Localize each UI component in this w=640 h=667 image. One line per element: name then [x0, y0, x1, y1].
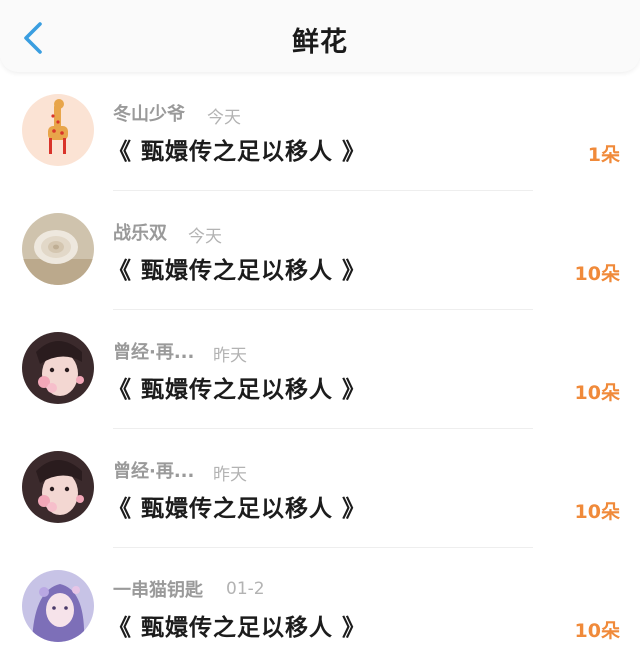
flower-count: 10朵: [574, 620, 620, 642]
giraffe-avatar-icon: [22, 94, 94, 166]
timestamp: 今天: [188, 227, 222, 247]
avatar[interactable]: [22, 570, 94, 642]
book-title[interactable]: 《 甄嬛传之足以移人 》: [108, 608, 366, 642]
timestamp: 昨天: [213, 465, 247, 485]
username[interactable]: 战乐双: [113, 219, 167, 245]
avatar[interactable]: [22, 94, 94, 166]
list-item[interactable]: 曾经·再... 昨天 《 甄嬛传之足以移人 》 10朵: [0, 310, 640, 429]
username[interactable]: 曾经·再...: [113, 338, 194, 364]
book-title[interactable]: 《 甄嬛传之足以移人 》: [108, 251, 366, 285]
avatar[interactable]: [22, 213, 94, 285]
flower-count: 1朵: [587, 144, 620, 166]
book-title[interactable]: 《 甄嬛传之足以移人 》: [108, 370, 366, 404]
book-title[interactable]: 《 甄嬛传之足以移人 》: [108, 489, 366, 523]
avatar[interactable]: [22, 451, 94, 523]
list-item[interactable]: 曾经·再... 昨天 《 甄嬛传之足以移人 》 10朵: [0, 429, 640, 548]
username[interactable]: 一串猫钥匙: [113, 576, 203, 602]
seashell-avatar-icon: [22, 213, 94, 285]
username[interactable]: 曾经·再...: [113, 457, 194, 483]
username[interactable]: 冬山少爷: [113, 100, 185, 126]
timestamp: 01-2: [226, 579, 265, 599]
illustrated-girl-avatar-icon: [22, 332, 94, 404]
list-item[interactable]: 战乐双 今天 《 甄嬛传之足以移人 》 10朵: [0, 191, 640, 310]
flower-count: 10朵: [574, 263, 620, 285]
illustrated-girl-avatar-icon: [22, 451, 94, 523]
timestamp: 昨天: [213, 346, 247, 366]
list-item[interactable]: 冬山少爷 今天 《 甄嬛传之足以移人 》 1朵: [0, 72, 640, 191]
timestamp: 今天: [207, 108, 241, 128]
book-title[interactable]: 《 甄嬛传之足以移人 》: [108, 132, 366, 166]
flower-count: 10朵: [574, 382, 620, 404]
flower-gift-list: 冬山少爷 今天 《 甄嬛传之足以移人 》 1朵 战乐双 今天 《 甄嬛传之足以移…: [0, 72, 640, 667]
list-item[interactable]: 一串猫钥匙 01-2 《 甄嬛传之足以移人 》 10朵: [0, 548, 640, 667]
anime-girl-avatar-icon: [22, 570, 94, 642]
top-bar: 鲜花: [0, 0, 640, 72]
flower-count: 10朵: [574, 501, 620, 523]
avatar[interactable]: [22, 332, 94, 404]
page-title: 鲜花: [292, 27, 348, 58]
